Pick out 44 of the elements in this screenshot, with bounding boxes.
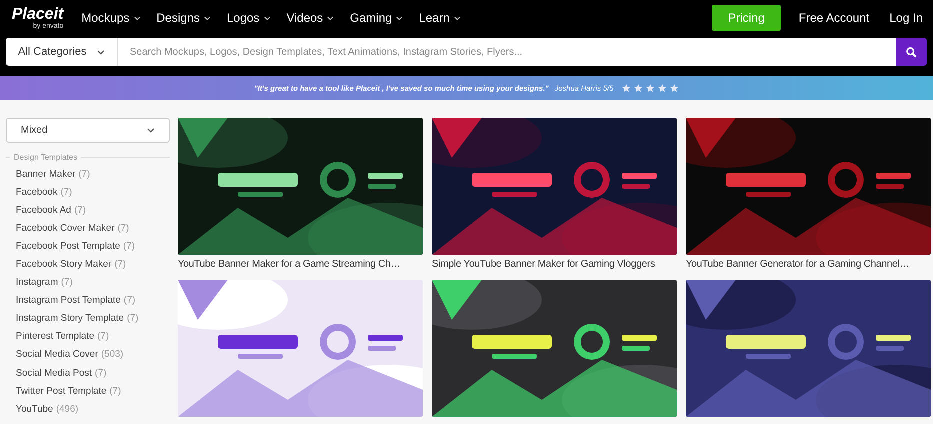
nav-menu-link[interactable]: Videos [286,11,334,25]
category-link[interactable]: Instagram Story Template (7) [6,310,170,328]
star-icon [658,84,667,92]
category-link[interactable]: Pinterest Template (7) [6,328,170,346]
template-title-link[interactable]: YouTube Banner Generator for a Gaming Channel… [686,259,931,270]
caret-icon [327,16,334,20]
caret-icon [454,16,461,20]
category-link[interactable]: Instagram Post Template (7) [6,292,170,310]
caret-icon [96,50,105,54]
category-link[interactable]: Facebook Story Maker (7) [6,255,170,274]
nav-menu-link[interactable]: Logos [226,11,271,25]
nav-menu-link[interactable]: Mockups [82,11,141,25]
category-link[interactable]: YouTube (496) [6,400,170,418]
caret-icon [264,16,271,20]
sort-dropdown[interactable]: Mixed [6,118,170,143]
search-field[interactable]: Search Mockups, Logos, Design Templates, Text Animations, Instagram Stories, Flyers... [118,38,896,66]
category-dropdown[interactable]: All Categories [6,38,118,66]
star-icon [646,84,655,92]
category-link[interactable]: Twitter Post Template (7) [6,382,170,400]
section-heading: Design Templates [14,153,78,162]
caret-icon [204,16,211,20]
star-icon [622,84,631,92]
star-icon [634,84,643,92]
nav-menu-link[interactable]: Learn [419,11,461,25]
category-link[interactable]: Facebook Post Template (7) [6,237,170,256]
category-link[interactable]: Facebook (7) [6,183,170,202]
login-link[interactable]: Log In [890,11,923,25]
star-icon [670,84,679,92]
category-link[interactable]: Instagram (7) [6,274,170,292]
category-link[interactable]: Social Media Post (7) [6,364,170,382]
caret-icon [147,128,155,133]
template-title-link[interactable]: YouTube Banner Maker for a Game Streaming Ch… [178,259,423,270]
nav-menu-link[interactable]: Designs [156,11,211,25]
nav-menu-link[interactable]: Gaming [350,11,404,25]
free-account-link[interactable]: Free Account [798,11,870,25]
caret-icon [396,16,404,20]
category-link[interactable]: Banner Maker (7) [6,165,170,184]
category-link[interactable]: Social Media Cover (503) [6,346,170,364]
category-link[interactable]: Facebook Ad (7) [6,201,170,220]
search-icon [906,46,917,58]
template-title-link[interactable]: Simple YouTube Banner Maker for Gaming Vloggers [432,259,677,270]
caret-icon [134,16,141,20]
category-link[interactable]: Facebook Cover Maker (7) [6,219,170,238]
search-button[interactable] [896,38,927,66]
